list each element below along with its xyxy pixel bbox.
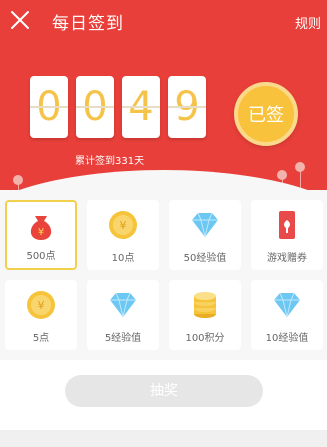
reward-label: 50经验值 [183, 253, 227, 264]
reward-cell[interactable]: 5经验值 [87, 280, 159, 350]
reward-cell[interactable]: 游戏赠券 [251, 200, 323, 270]
decor-dot [13, 175, 23, 185]
reward-cell[interactable]: 50经验值 [169, 200, 241, 270]
game-ticket-icon [270, 208, 304, 242]
reward-cell[interactable]: ¥ 5点 [5, 280, 77, 350]
money-bag-icon: ¥ [24, 210, 58, 244]
counter-digit: 0 [30, 76, 68, 138]
decor-dot [277, 170, 287, 180]
page-title: 每日签到 [52, 14, 124, 34]
reward-label: 游戏赠券 [267, 253, 307, 264]
diamond-icon [106, 288, 140, 322]
checkin-banner: 每日签到 规则 0 0 4 9 累计签到331天 已签 [0, 0, 327, 190]
counter-digit: 4 [122, 76, 160, 138]
reward-cell[interactable]: ¥ 500点 [5, 200, 77, 270]
rules-link[interactable]: 规则 [295, 13, 321, 32]
reward-label: 5经验值 [104, 333, 142, 344]
reward-cell[interactable]: ¥ 10点 [87, 200, 159, 270]
svg-text:¥: ¥ [38, 227, 44, 238]
close-icon[interactable] [8, 8, 32, 32]
coin-stack-icon [188, 288, 222, 322]
checkin-counter: 0 0 4 9 [30, 76, 206, 138]
app-header: 每日签到 规则 [0, 0, 327, 44]
reward-label: 500点 [26, 251, 56, 262]
reward-label: 10点 [111, 253, 135, 264]
rewards-grid: ¥ 500点 ¥ 10点 50经验值 游戏赠券 ¥ 5点 5经验值 100积分 … [5, 200, 323, 350]
diamond-icon [188, 208, 222, 242]
diamond-icon [270, 288, 304, 322]
svg-text:¥: ¥ [38, 299, 45, 312]
lottery-button[interactable]: 抽奖 [65, 375, 263, 407]
total-checkin-text: 累计签到331天 [75, 156, 145, 167]
reward-label: 100积分 [185, 333, 225, 344]
reward-cell[interactable]: 10经验值 [251, 280, 323, 350]
gold-coin-icon: ¥ [106, 208, 140, 242]
reward-label: 10经验值 [265, 333, 309, 344]
reward-cell[interactable]: 100积分 [169, 280, 241, 350]
bottom-bar [0, 430, 327, 447]
gold-coin-icon: ¥ [24, 288, 58, 322]
reward-label: 5点 [32, 333, 50, 344]
svg-text:¥: ¥ [120, 219, 127, 232]
counter-digit: 9 [168, 76, 206, 138]
decor-dot [295, 162, 305, 172]
signed-button[interactable]: 已签 [234, 82, 298, 146]
rewards-area: ¥ 500点 ¥ 10点 50经验值 游戏赠券 ¥ 5点 5经验值 100积分 … [0, 190, 327, 360]
counter-digit: 0 [76, 76, 114, 138]
